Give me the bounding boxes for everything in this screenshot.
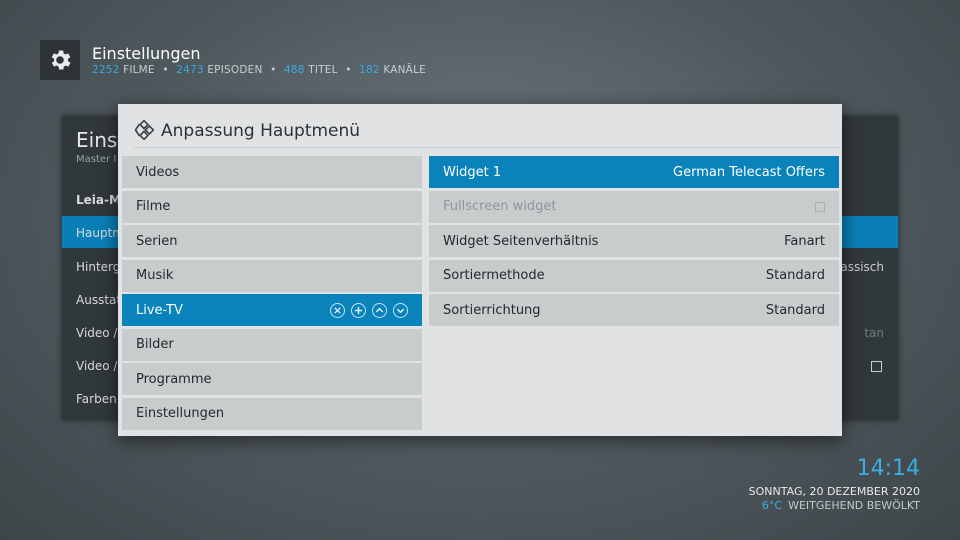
add-icon[interactable] <box>351 302 366 318</box>
dialog-title: Anpassung Hauptmenü <box>161 121 361 141</box>
move-down-icon[interactable] <box>393 302 408 318</box>
menu-item-live-tv[interactable]: Live-TV <box>122 294 422 326</box>
background-row: Video / <box>76 359 118 373</box>
episodes-count: 2473 <box>176 64 204 76</box>
background-row-value: tan <box>864 326 884 340</box>
setting-fullscreen-widget[interactable]: Fullscreen widget <box>429 190 839 223</box>
setting-label: Widget 1 <box>443 164 502 180</box>
weather-condition: WEITGEHEND BEWÖLKT <box>788 499 920 512</box>
films-label: FILME <box>123 64 155 76</box>
menu-item-musik[interactable]: Musik <box>122 259 422 292</box>
clock-date: SONNTAG, 20 DEZEMBER 2020 <box>748 485 920 498</box>
menu-item-serien[interactable]: Serien <box>122 225 422 257</box>
kodi-logo-icon <box>134 119 155 141</box>
titles-label: TITEL <box>308 64 338 76</box>
menu-item-label: Filme <box>136 199 171 214</box>
channels-label: KANÄLE <box>383 64 426 76</box>
item-settings-list: Widget 1 German Telecast Offers Fullscre… <box>429 156 839 329</box>
background-row: Farben <box>76 392 117 406</box>
menu-item-einstellungen[interactable]: Einstellungen <box>122 397 422 430</box>
menu-item-label: Musik <box>136 268 174 283</box>
menu-item-label: Serien <box>136 233 178 249</box>
separator-dot: • <box>270 64 277 76</box>
setting-sort-method[interactable]: Sortiermethode Standard <box>429 259 839 292</box>
setting-value: Standard <box>765 268 825 283</box>
background-row: Ausstat <box>76 293 122 307</box>
clock-time: 14:14 <box>856 456 920 481</box>
setting-label: Sortiermethode <box>443 268 545 283</box>
background-row: Leia-M <box>76 193 121 207</box>
separator-dot: • <box>162 64 169 76</box>
main-menu-list: Videos Filme Serien Musik Live-TV Bilder… <box>122 156 422 432</box>
weather-info: 6°C WEITGEHEND BEWÖLKT <box>762 499 920 512</box>
setting-label: Sortierrichtung <box>443 302 541 318</box>
episodes-label: EPISODEN <box>207 64 263 76</box>
weather-temperature: 6°C <box>761 499 783 512</box>
titles-count: 488 <box>284 64 305 76</box>
item-controls <box>330 302 408 318</box>
remove-icon[interactable] <box>330 302 345 318</box>
background-row: Hauptm <box>76 226 124 240</box>
background-row: Hinterg <box>76 260 121 274</box>
separator-dot: • <box>345 64 352 76</box>
page-title: Einstellungen <box>92 44 201 63</box>
background-row: Video / <box>76 326 118 340</box>
menu-item-label: Live-TV <box>136 302 183 318</box>
background-row-value: assisch <box>840 260 884 274</box>
setting-sort-direction[interactable]: Sortierrichtung Standard <box>429 294 839 326</box>
menu-item-label: Videos <box>136 164 180 180</box>
setting-value: Fanart <box>784 233 825 249</box>
move-up-icon[interactable] <box>372 302 387 318</box>
films-count: 2252 <box>92 64 120 76</box>
setting-label: Fullscreen widget <box>443 199 557 214</box>
menu-item-programme[interactable]: Programme <box>122 363 422 395</box>
menu-item-videos[interactable]: Videos <box>122 156 422 188</box>
menu-item-filme[interactable]: Filme <box>122 190 422 223</box>
fullscreen-widget-checkbox[interactable] <box>815 201 825 212</box>
menu-item-label: Einstellungen <box>136 406 225 421</box>
background-panel-subtitle: Master I <box>76 154 117 165</box>
menu-item-bilder[interactable]: Bilder <box>122 328 422 361</box>
menu-item-label: Bilder <box>136 337 174 352</box>
background-checkbox <box>871 361 882 372</box>
library-stats: 2252 FILME • 2473 EPISODEN • 488 TITEL •… <box>92 64 426 76</box>
main-menu-customization-dialog: Anpassung Hauptmenü Videos Filme Serien … <box>118 104 842 436</box>
setting-widget-1[interactable]: Widget 1 German Telecast Offers <box>429 156 839 188</box>
title-divider <box>134 147 840 148</box>
settings-gear-icon <box>40 40 80 80</box>
setting-value: Standard <box>765 302 825 318</box>
menu-item-label: Programme <box>136 371 212 387</box>
setting-widget-aspect-ratio[interactable]: Widget Seitenverhältnis Fanart <box>429 225 839 257</box>
channels-count: 182 <box>359 64 380 76</box>
setting-value: German Telecast Offers <box>673 164 825 180</box>
setting-label: Widget Seitenverhältnis <box>443 233 599 249</box>
